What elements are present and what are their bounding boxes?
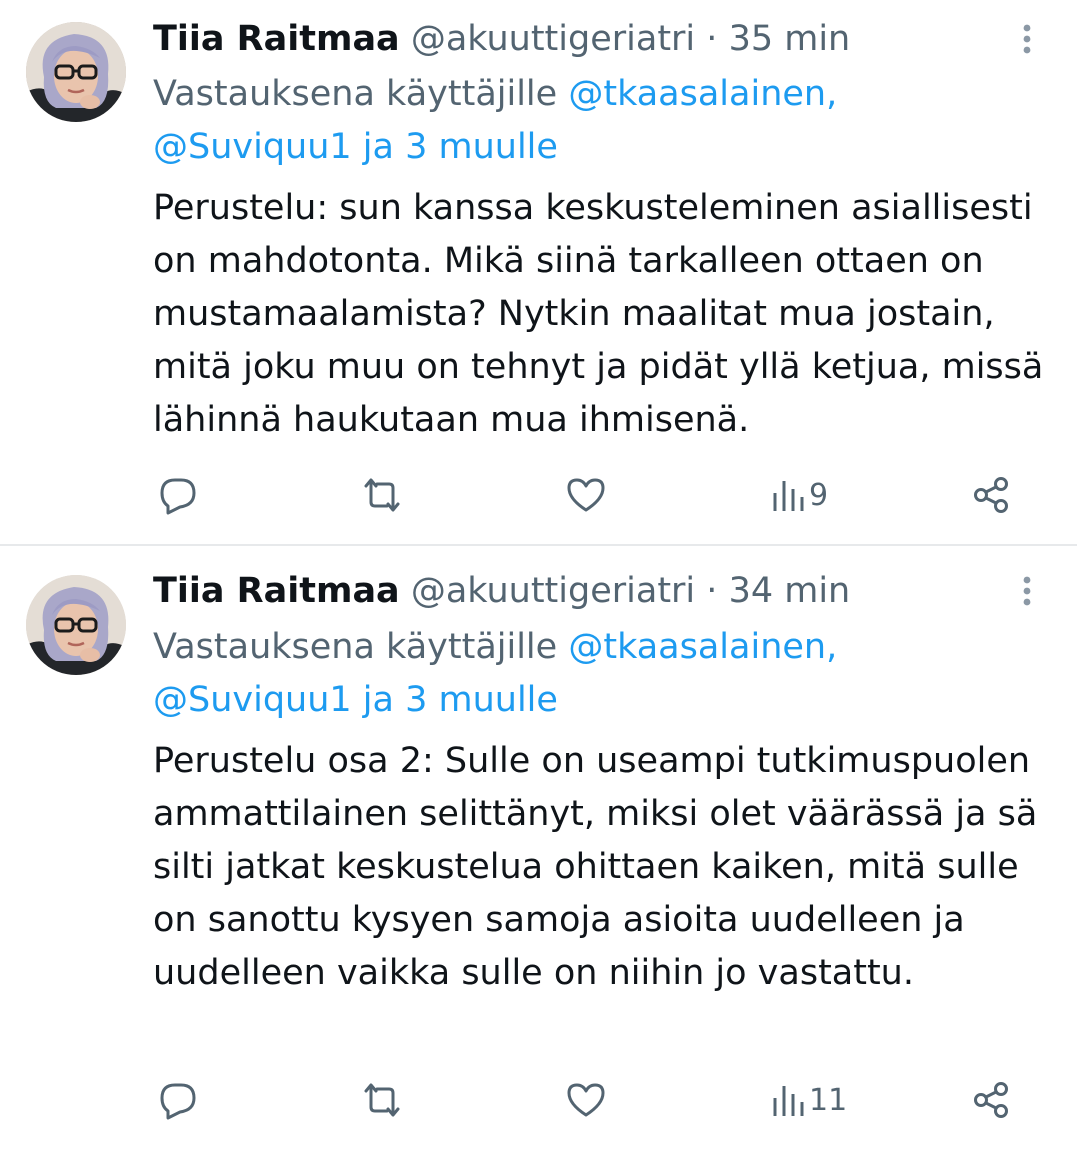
avatar-image bbox=[26, 575, 126, 675]
tweet-text: Perustelu: sun kanssa keskusteleminen as… bbox=[153, 188, 1044, 440]
timestamp[interactable]: 35 min bbox=[729, 19, 851, 59]
views-button[interactable]: 9 bbox=[771, 475, 828, 515]
share-nodes-icon bbox=[974, 477, 1008, 513]
retweet-button[interactable] bbox=[360, 1080, 404, 1120]
avatar-image bbox=[26, 22, 126, 122]
retweet-arrows-icon bbox=[364, 478, 400, 512]
header-separator: · bbox=[706, 571, 718, 611]
author-handle[interactable]: @akuuttigeriatri bbox=[411, 19, 695, 59]
tweet[interactable]: Tiia Raitmaa @akuuttigeriatri · 35 min V… bbox=[0, 0, 1077, 545]
speech-bubble-icon bbox=[160, 478, 196, 515]
tweet-header: Tiia Raitmaa @akuuttigeriatri · 34 min bbox=[153, 565, 850, 617]
view-count: 11 bbox=[809, 1082, 848, 1118]
view-count: 9 bbox=[809, 477, 829, 513]
reply-button[interactable] bbox=[158, 475, 198, 515]
share-nodes-icon bbox=[974, 1082, 1008, 1118]
mention-link[interactable]: @Suviquu1 ja 3 muulle bbox=[153, 680, 558, 720]
mention-link[interactable]: @Suviquu1 ja 3 muulle bbox=[153, 127, 558, 167]
tweet[interactable]: Tiia Raitmaa @akuuttigeriatri · 34 min V… bbox=[0, 547, 1077, 1161]
views-button[interactable]: 11 bbox=[771, 1080, 847, 1120]
tweet-text: Perustelu osa 2: Sulle on useampi tutkim… bbox=[153, 741, 1038, 993]
vertical-dots-icon bbox=[1023, 24, 1031, 54]
like-button[interactable] bbox=[565, 1080, 607, 1120]
like-button[interactable] bbox=[565, 475, 607, 515]
heart-icon bbox=[567, 478, 605, 512]
share-button[interactable] bbox=[972, 475, 1012, 515]
share-button[interactable] bbox=[972, 1080, 1012, 1120]
avatar[interactable] bbox=[26, 22, 126, 122]
more-options-button[interactable] bbox=[1012, 572, 1042, 612]
author-handle[interactable]: @akuuttigeriatri bbox=[411, 571, 695, 611]
reply-prefix: Vastauksena käyttäjille bbox=[153, 627, 558, 667]
vertical-dots-icon bbox=[1023, 576, 1031, 606]
heart-icon bbox=[567, 1083, 605, 1117]
author-name[interactable]: Tiia Raitmaa bbox=[153, 19, 400, 59]
retweet-arrows-icon bbox=[364, 1083, 400, 1117]
timestamp[interactable]: 34 min bbox=[729, 571, 851, 611]
tweet-divider bbox=[0, 544, 1077, 546]
bar-chart-icon bbox=[773, 1086, 804, 1116]
tweet-header: Tiia Raitmaa @akuuttigeriatri · 35 min bbox=[153, 13, 850, 65]
bar-chart-icon bbox=[773, 481, 804, 511]
mention-link[interactable]: @tkaasalainen, bbox=[568, 627, 837, 667]
more-options-button[interactable] bbox=[1012, 20, 1042, 60]
reply-prefix: Vastauksena käyttäjille bbox=[153, 74, 558, 114]
reply-context: Vastauksena käyttäjille @tkaasalainen, @… bbox=[153, 68, 1053, 174]
avatar[interactable] bbox=[26, 575, 126, 675]
author-name[interactable]: Tiia Raitmaa bbox=[153, 571, 400, 611]
retweet-button[interactable] bbox=[360, 475, 404, 515]
header-separator: · bbox=[706, 19, 718, 59]
mention-link[interactable]: @tkaasalainen, bbox=[568, 74, 837, 114]
reply-button[interactable] bbox=[158, 1080, 198, 1120]
speech-bubble-icon bbox=[160, 1083, 196, 1120]
reply-context: Vastauksena käyttäjille @tkaasalainen, @… bbox=[153, 621, 1053, 727]
